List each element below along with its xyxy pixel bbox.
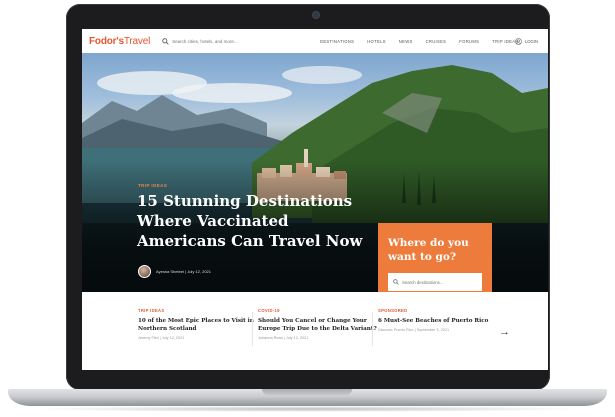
webcam: [313, 12, 319, 18]
card-meta: Johanna Read | July 12, 2021: [258, 336, 309, 340]
nav-destinations[interactable]: DESTINATIONS: [320, 39, 354, 44]
laptop-shadow: [30, 406, 585, 412]
site-logo[interactable]: Fodor'sTravel: [89, 36, 150, 47]
destination-search-input[interactable]: [402, 279, 482, 285]
card-meta: Jeremy Flint | July 12, 2021: [138, 336, 185, 340]
card-category: COVID-19: [258, 308, 280, 313]
search-icon: [393, 279, 399, 285]
article-strip: TRIP IDEAS 10 of the Most Epic Places to…: [82, 292, 548, 370]
article-card[interactable]: TRIP IDEAS 10 of the Most Epic Places to…: [138, 308, 258, 340]
card-title[interactable]: Should You Cancel or Change Your Europe …: [258, 317, 378, 333]
nav-forums[interactable]: FORUMS: [459, 39, 479, 44]
nav-cruises[interactable]: CRUISES: [426, 39, 447, 44]
article-card[interactable]: COVID-19 Should You Cancel or Change You…: [258, 308, 378, 340]
card-meta: Discover Puerto Rico | September 3, 2021: [378, 328, 450, 332]
card-title[interactable]: 10 of the Most Epic Places to Visit in N…: [138, 317, 258, 333]
hero-byline: Ayesha Sheteel | July 12, 2021: [156, 269, 212, 274]
hero-category[interactable]: TRIP IDEAS: [138, 183, 167, 188]
card-category: TRIP IDEAS: [138, 308, 165, 313]
main-nav: DESTINATIONS HOTELS NEWS CRUISES FORUMS …: [320, 29, 531, 53]
site-header: Fodor'sTravel DESTINATIONS HOTELS NEWS C…: [82, 29, 548, 53]
laptop-base-notch: [262, 389, 352, 395]
card-divider: [252, 312, 253, 346]
card-title[interactable]: 6 Must-See Beaches of Puerto Rico: [378, 317, 498, 325]
login-label: LOGIN: [524, 38, 538, 44]
strip-next-arrow[interactable]: →: [499, 326, 510, 338]
hero-title[interactable]: 15 Stunning Destinations Where Vaccinate…: [137, 191, 377, 251]
nav-news[interactable]: NEWS: [399, 39, 413, 44]
article-card[interactable]: SPONSORED 6 Must-See Beaches of Puerto R…: [378, 308, 498, 332]
laptop-screen: Fodor'sTravel DESTINATIONS HOTELS NEWS C…: [82, 29, 548, 370]
destination-finder-title: Where do you want to go?: [388, 237, 469, 263]
destination-search[interactable]: [388, 273, 482, 291]
user-icon: [515, 37, 522, 45]
logo-suffix: Travel: [123, 35, 151, 47]
author-avatar: [138, 265, 151, 278]
logo-brand: Fodor's: [89, 35, 124, 47]
card-category: SPONSORED: [378, 308, 408, 313]
nav-hotels[interactable]: HOTELS: [367, 39, 386, 44]
site-search-input[interactable]: [172, 38, 283, 44]
card-divider: [372, 312, 373, 346]
search-icon[interactable]: [162, 37, 169, 45]
hero-author: Ayesha Sheteel | July 12, 2021: [138, 265, 211, 278]
login-link[interactable]: LOGIN: [515, 29, 538, 53]
